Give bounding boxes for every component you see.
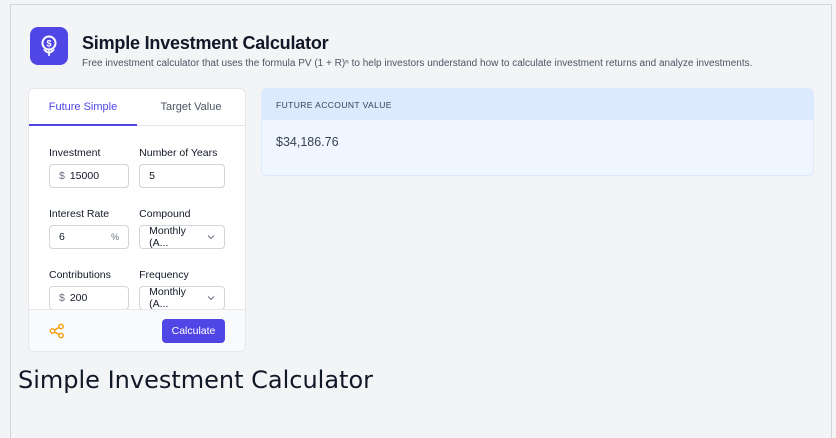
calculate-button[interactable]: Calculate — [162, 318, 225, 343]
interest-rate-input[interactable]: 6 % — [49, 225, 130, 249]
contributions-value: 200 — [69, 292, 88, 304]
frequency-label: Frequency — [139, 269, 189, 281]
page-subtitle: Free investment calculator that uses the… — [82, 58, 753, 69]
years-input[interactable]: 5 — [139, 164, 225, 188]
interest-rate-label: Interest Rate — [49, 208, 110, 220]
years-value: 5 — [149, 170, 155, 182]
tab-future-simple[interactable]: Future Simple — [29, 89, 137, 126]
investment-label: Investment — [49, 147, 101, 159]
dollar-prefix: $ — [59, 292, 65, 304]
result-card: FUTURE ACCOUNT VALUE $34,186.76 — [261, 88, 814, 176]
result-heading: FUTURE ACCOUNT VALUE — [262, 89, 813, 120]
years-label: Number of Years — [139, 147, 218, 159]
future-account-value: $34,186.76 — [276, 135, 339, 149]
calculator-form: Investment $ 15000 Number of Years 5 Int… — [29, 147, 245, 310]
interest-rate-value: 6 — [59, 231, 65, 243]
compound-select[interactable]: Monthly (A... — [139, 225, 225, 249]
app-header: $ Simple Investment Calculator Free inve… — [30, 27, 753, 69]
contributions-label: Contributions — [49, 269, 111, 281]
dollar-prefix: $ — [59, 170, 65, 182]
chevron-down-icon — [207, 293, 215, 303]
contributions-input[interactable]: $ 200 — [49, 286, 130, 310]
compound-label: Compound — [139, 208, 191, 220]
page-caption: Simple Investment Calculator — [18, 366, 374, 394]
frequency-select[interactable]: Monthly (A... — [139, 286, 225, 310]
chevron-down-icon — [207, 232, 215, 242]
form-footer: Calculate — [29, 309, 245, 351]
dollar-flower-icon: $ — [30, 27, 68, 65]
compound-value: Monthly (A... — [149, 225, 186, 249]
page-title: Simple Investment Calculator — [82, 33, 329, 53]
investment-input[interactable]: $ 15000 — [49, 164, 130, 188]
calculator-form-card: Future Simple Target Value Investment $ … — [28, 88, 246, 352]
tab-target-value[interactable]: Target Value — [137, 89, 245, 125]
share-icon[interactable] — [49, 323, 65, 339]
percent-suffix: % — [111, 232, 120, 242]
frequency-value: Monthly (A... — [149, 286, 186, 310]
calculator-tabs: Future Simple Target Value — [29, 89, 245, 126]
svg-text:$: $ — [46, 39, 51, 49]
investment-value: 15000 — [69, 170, 100, 182]
